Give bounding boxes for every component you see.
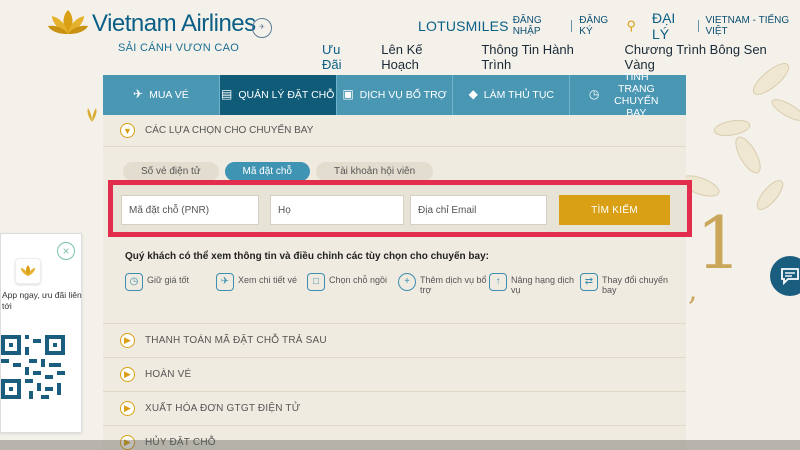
list-item-refund[interactable]: ▶ HOÀN VÉ (103, 357, 686, 391)
action-hold-fare[interactable]: ◷ Giữ giá tốt (125, 273, 216, 296)
list-item-label: THANH TOÁN MÃ ĐẶT CHỖ TRẢ SAU (145, 335, 327, 346)
lastname-input[interactable]: Họ (270, 195, 404, 225)
action-upgrade[interactable]: ↑ Nâng hạng dịch vụ (489, 273, 580, 296)
tab-flight-status[interactable]: ◷ TÌNH TRẠNG CHUYẾN BAY (570, 71, 686, 119)
skyteam-icon: ✈ (252, 18, 272, 38)
change-ticket-icon: ⇄ (580, 273, 598, 291)
action-label: Nâng hạng dịch vụ (511, 275, 575, 296)
plane-route-icon: ✈ (216, 273, 234, 291)
action-view-ticket[interactable]: ✈ Xem chi tiết vé (216, 273, 307, 296)
action-change-flight[interactable]: ⇄ Thay đổi chuyến bay (580, 273, 671, 296)
tab-manage-booking[interactable]: ▤ QUẢN LÝ ĐẶT CHỖ (219, 75, 337, 121)
seat-icon: □ (307, 273, 325, 291)
svg-text:,: , (688, 273, 698, 308)
pill-booking-code[interactable]: Mã đặt chỗ (224, 162, 310, 181)
more-options-list: ▶ THANH TOÁN MÃ ĐẶT CHỖ TRẢ SAU ▶ HOÀN V… (103, 323, 686, 450)
tab-label: QUẢN LÝ ĐẶT CHỖ (238, 88, 335, 101)
language-selector[interactable]: VIETNAM - TIẾNG VIỆT (705, 15, 800, 37)
chevron-right-icon: ▶ (120, 367, 135, 382)
booking-lookup-form: Mã đặt chỗ (PNR) Họ Địa chỉ Email TÌM KI… (108, 180, 692, 237)
close-icon[interactable]: × (57, 242, 75, 260)
lotus-icon (48, 10, 88, 34)
upgrade-icon: ↑ (489, 273, 507, 291)
action-label: Xem chi tiết vé (238, 275, 298, 285)
list-item-pay-later[interactable]: ▶ THANH TOÁN MÃ ĐẶT CHỖ TRẢ SAU (103, 323, 686, 357)
info-text: Quý khách có thể xem thông tin và điều c… (125, 251, 489, 262)
divider (571, 20, 573, 32)
app-promo-popup: × App ngay, ưu đãi liên tới (0, 233, 82, 433)
main-nav: Ưu Đãi Lên Kế Hoạch Thông Tin Hành Trình… (322, 42, 800, 72)
login-link[interactable]: ĐĂNG NHẬP (513, 15, 565, 37)
agent-link[interactable]: ĐẠI LÝ (652, 10, 691, 42)
lookup-type-pills: Số vé điện tử Mã đặt chỗ Tài khoản hội v… (123, 162, 434, 181)
pnr-input[interactable]: Mã đặt chỗ (PNR) (121, 195, 259, 225)
list-item-label: XUẤT HÓA ĐƠN GTGT ĐIỆN TỬ (145, 403, 301, 414)
chat-button[interactable] (770, 256, 800, 296)
action-label: Thay đổi chuyến bay (602, 275, 669, 296)
register-link[interactable]: ĐĂNG KÝ (579, 15, 618, 37)
action-label: Chọn chỗ ngồi (329, 275, 388, 285)
chevron-down-icon: ▼ (120, 123, 135, 138)
lotus-icon (20, 265, 36, 276)
nav-item-lotusmiles[interactable]: Chương Trình Bông Sen Vàng (625, 42, 800, 72)
tab-label: LÀM THỦ TỤC (483, 88, 555, 101)
chevron-right-icon: ▶ (120, 333, 135, 348)
promo-text: App ngay, ưu đãi liên tới (2, 290, 82, 312)
pill-member-account[interactable]: Tài khoản hội viên (316, 162, 434, 181)
tab-label: DỊCH VỤ BỔ TRỢ (359, 88, 447, 101)
nav-item-plan[interactable]: Lên Kế Hoạch (381, 42, 463, 72)
action-select-seat[interactable]: □ Chọn chỗ ngồi (307, 273, 398, 296)
search-button[interactable]: TÌM KIẾM (559, 195, 670, 225)
divider (697, 20, 699, 32)
top-utility-bar: LOTUSMILES ĐĂNG NHẬP ĐĂNG KÝ ⚲ ĐẠI LÝ VI… (418, 10, 800, 42)
stopwatch-icon: ◷ (125, 273, 143, 291)
tab-check-in[interactable]: ◆ LÀM THỦ TỤC (453, 75, 571, 115)
action-label: Giữ giá tốt (147, 275, 190, 285)
email-input[interactable]: Địa chỉ Email (410, 195, 547, 225)
chevron-right-icon: ▶ (120, 401, 135, 416)
action-add-service[interactable]: + Thêm dịch vụ bổ trợ (398, 273, 489, 296)
brand-name: Vietnam Airlines (92, 10, 256, 37)
camera-icon: ▣ (342, 87, 354, 102)
section-title: CÁC LỰA CHỌN CHO CHUYẾN BAY (145, 125, 314, 136)
booking-tabs: ✈ MUA VÉ ▤ QUẢN LÝ ĐẶT CHỖ ▣ DỊCH VỤ BỔ … (103, 71, 686, 121)
clock-icon: ◷ (588, 87, 600, 102)
svg-text:1: 1 (696, 201, 742, 285)
nav-item-trip-info[interactable]: Thông Tin Hành Trình (481, 42, 606, 72)
lotusmiles-link[interactable]: LOTUSMILES (418, 18, 509, 34)
tab-label: TÌNH TRẠNG CHUYẾN BAY (614, 70, 659, 120)
vietnam-airlines-logo[interactable]: Vietnam Airlines SẢI CÁNH VƯƠN CAO ✈ (48, 6, 288, 58)
app-logo (15, 258, 41, 284)
qr-code[interactable] (1, 335, 65, 399)
search-icon[interactable]: ⚲ (626, 18, 636, 34)
action-label: Thêm dịch vụ bổ trợ (420, 275, 487, 296)
bottom-shadow (0, 440, 800, 450)
plane-icon: ✈ (133, 87, 144, 102)
plus-circle-icon: + (398, 273, 416, 291)
ticket-icon: ◆ (468, 87, 478, 102)
book-icon: ▤ (220, 87, 233, 102)
chat-icon (781, 268, 799, 285)
booking-actions: ◷ Giữ giá tốt ✈ Xem chi tiết vé □ Chọn c… (125, 273, 685, 296)
brand-tagline: SẢI CÁNH VƯƠN CAO (118, 42, 240, 54)
manage-booking-panel: ▼ CÁC LỰA CHỌN CHO CHUYẾN BAY Số vé điện… (103, 115, 692, 450)
tab-buy-ticket[interactable]: ✈ MUA VÉ (103, 75, 220, 115)
pill-eticket[interactable]: Số vé điện tử (123, 162, 219, 181)
nav-item-promotions[interactable]: Ưu Đãi (322, 42, 363, 72)
list-item-vat-invoice[interactable]: ▶ XUẤT HÓA ĐƠN GTGT ĐIỆN TỬ (103, 391, 686, 425)
flight-options-header[interactable]: ▼ CÁC LỰA CHỌN CHO CHUYẾN BAY (103, 115, 686, 147)
tab-label: MUA VÉ (149, 88, 189, 101)
tab-ancillary-services[interactable]: ▣ DỊCH VỤ BỔ TRỢ (336, 75, 454, 115)
list-item-label: HOÀN VÉ (145, 369, 192, 380)
